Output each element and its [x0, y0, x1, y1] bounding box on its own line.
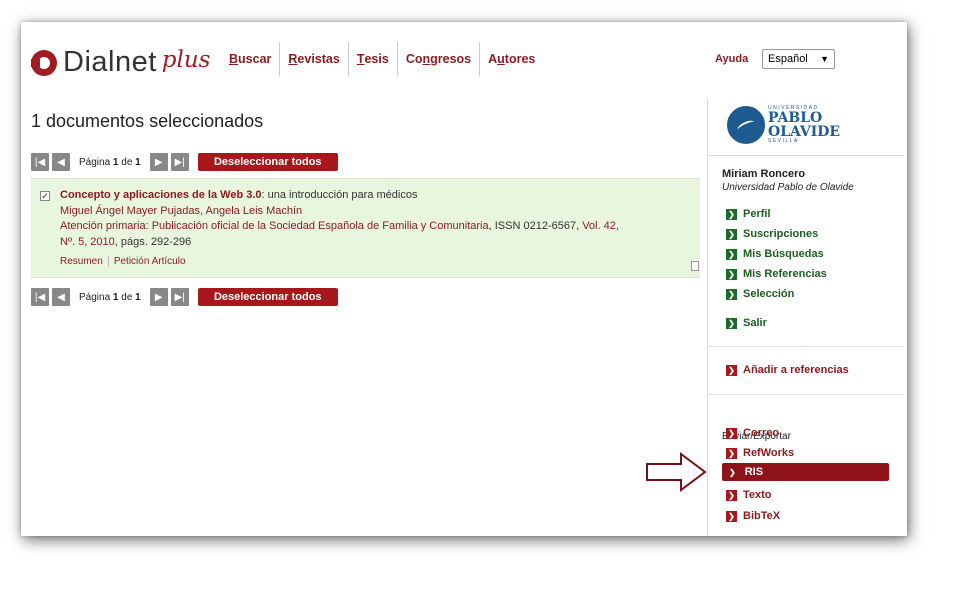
page-info: Página 1 de 1 — [79, 291, 141, 303]
sidebar-link-salir[interactable]: ❯ Salir — [726, 317, 767, 329]
chevron-right-icon: ❯ — [726, 208, 737, 220]
summary-link[interactable]: Resumen — [60, 256, 109, 267]
add-to-references-link[interactable]: ❯ Añadir a referencias — [726, 364, 849, 376]
nav-revistas[interactable]: Revistas — [279, 42, 347, 76]
pager-bottom: |◀ ◀ Página 1 de 1 ▶ ▶| Deseleccionar to… — [31, 288, 338, 306]
first-page-icon[interactable]: |◀ — [31, 153, 49, 171]
browser-page: Dialnet plus Buscar Revistas Tesis Co n gr… — [21, 22, 907, 536]
pager-top: |◀ ◀ Página 1 de 1 ▶ ▶| Deseleccionar to… — [31, 153, 338, 171]
logo-text: Dialnet — [63, 46, 157, 78]
result-subtitle: : una introducción para médicos — [261, 189, 418, 201]
next-page-icon[interactable]: ▶ — [149, 153, 168, 171]
chevron-right-icon: ❯ — [729, 467, 736, 477]
deselect-all-button[interactable]: Deseleccionar todos — [197, 288, 338, 306]
university-seal-icon — [727, 106, 765, 144]
export-link-refworks[interactable]: ❯ RefWorks — [726, 447, 794, 459]
dialnet-logo-icon — [31, 49, 57, 76]
page-title: 1 documentos seleccionados — [31, 111, 264, 131]
export-link-ris[interactable]: ❯ RIS — [722, 463, 889, 481]
divider — [708, 155, 904, 156]
document-icon[interactable] — [691, 261, 699, 271]
sidebar-link-suscripciones[interactable]: ❯ Suscripciones — [726, 228, 818, 240]
export-link-correo[interactable]: ❯ Correo — [726, 427, 779, 439]
logo-plus: plus — [161, 46, 211, 73]
university-logo[interactable]: UNIVERSIDAD PABLO OLAVIDE SEVILLA — [727, 106, 840, 144]
chevron-right-icon: ❯ — [726, 248, 737, 260]
pointer-arrow-icon — [646, 452, 707, 492]
source-volume[interactable]: Vol. 42, — [582, 220, 619, 232]
dialnet-logo[interactable]: Dialnet plus — [31, 46, 210, 79]
chevron-right-icon: ❯ — [726, 268, 737, 280]
source-journal[interactable]: Atención primaria: Publicación oficial d… — [60, 220, 489, 232]
result-checkbox[interactable]: ✓ — [40, 191, 50, 201]
divider — [708, 346, 904, 347]
first-page-icon[interactable]: |◀ — [31, 288, 49, 306]
nav-buscar[interactable]: Buscar — [221, 42, 279, 76]
chevron-right-icon: ❯ — [726, 489, 737, 501]
chevron-right-icon: ❯ — [726, 317, 737, 329]
dropdown-arrow-icon: ▼ — [820, 54, 829, 64]
result-source: Atención primaria: Publicación oficial d… — [60, 220, 619, 248]
last-page-icon[interactable]: ▶| — [170, 153, 189, 171]
last-page-icon[interactable]: ▶| — [170, 288, 189, 306]
sidebar: UNIVERSIDAD PABLO OLAVIDE SEVILLA Miriam… — [707, 98, 907, 536]
prev-page-icon[interactable]: ◀ — [52, 153, 70, 171]
export-link-bibtex[interactable]: ❯ BibTeX — [726, 510, 780, 522]
source-number[interactable]: Nº. 5, 2010 — [60, 236, 115, 248]
divider — [708, 394, 904, 395]
page-info: Página 1 de 1 — [79, 156, 141, 168]
export-link-texto[interactable]: ❯ Texto — [726, 489, 772, 501]
nav-tesis[interactable]: Tesis — [347, 42, 397, 76]
chevron-right-icon: ❯ — [726, 288, 737, 300]
next-page-icon[interactable]: ▶ — [149, 288, 168, 306]
nav-autores[interactable]: Au tores — [479, 42, 543, 76]
chevron-right-icon: ❯ — [726, 510, 737, 522]
chevron-right-icon: ❯ — [726, 228, 737, 240]
user-organization: Universidad Pablo de Olavide — [722, 182, 854, 193]
main-nav: Buscar Revistas Tesis Co n gresos Au tores — [221, 42, 543, 76]
result-authors[interactable]: Miguel Ángel Mayer Pujadas, Angela Leis … — [60, 204, 660, 220]
prev-page-icon[interactable]: ◀ — [52, 288, 70, 306]
chevron-right-icon: ❯ — [726, 364, 737, 376]
request-article-link[interactable]: Petición Artículo — [114, 256, 186, 267]
help-link[interactable]: Ayuda — [715, 53, 748, 65]
sidebar-link-mis-referencias[interactable]: ❯ Mis Referencias — [726, 268, 827, 280]
deselect-all-button[interactable]: Deseleccionar todos — [197, 153, 338, 171]
sidebar-link-mis-busquedas[interactable]: ❯ Mis Búsquedas — [726, 248, 824, 260]
user-name: Miriam Roncero — [722, 168, 806, 180]
result-links: Resumen Petición Artículo — [60, 256, 186, 267]
result-item: ✓ Concepto y aplicaciones de la Web 3.0:… — [31, 178, 700, 278]
chevron-right-icon: ❯ — [726, 427, 737, 439]
language-value: Español — [768, 53, 808, 65]
language-select[interactable]: Español ▼ — [762, 49, 835, 69]
result-body: Concepto y aplicaciones de la Web 3.0: u… — [60, 188, 660, 250]
chevron-right-icon: ❯ — [726, 447, 737, 459]
sidebar-link-seleccion[interactable]: ❯ Selección — [726, 288, 794, 300]
nav-congresos[interactable]: Co n gresos — [396, 42, 479, 76]
sidebar-link-perfil[interactable]: ❯ Perfil — [726, 208, 771, 220]
university-name: UNIVERSIDAD PABLO OLAVIDE SEVILLA — [768, 105, 841, 144]
result-title[interactable]: Concepto y aplicaciones de la Web 3.0 — [60, 189, 262, 201]
